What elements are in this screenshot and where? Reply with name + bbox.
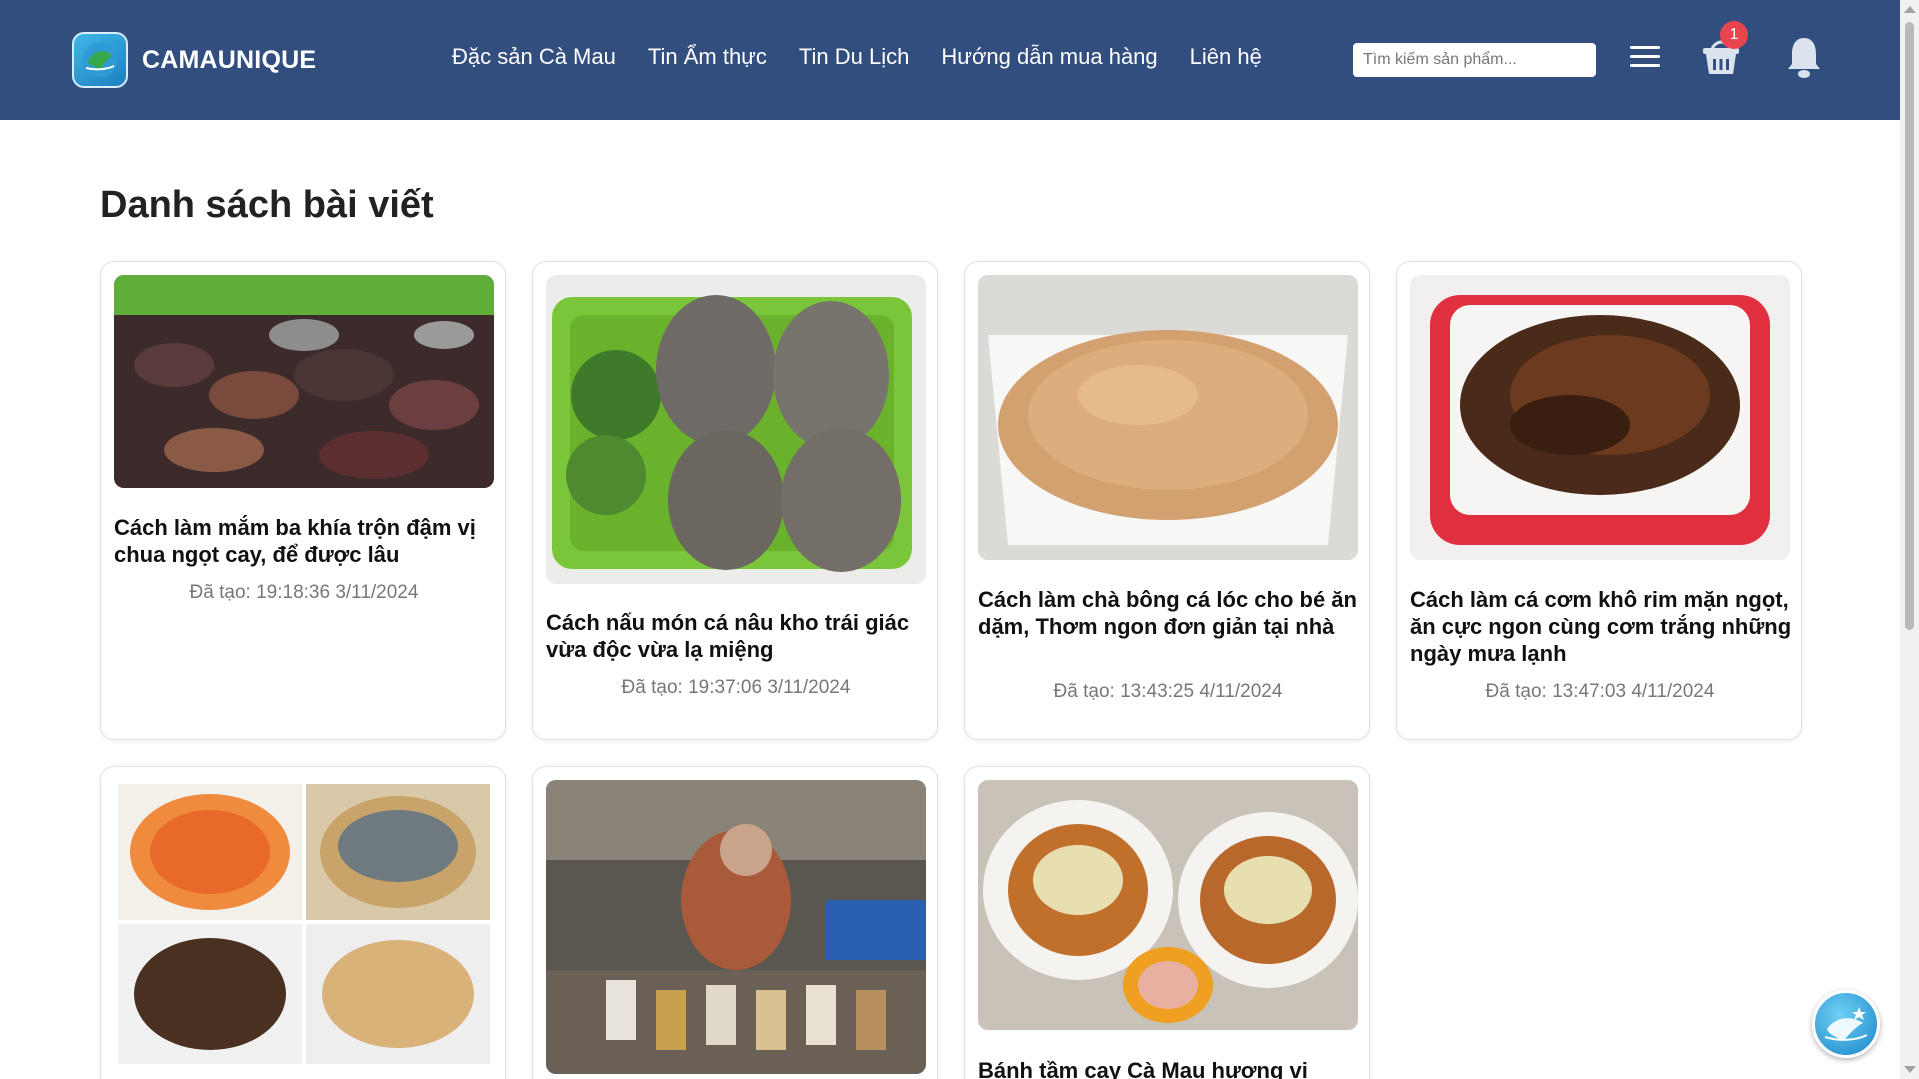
post-card[interactable] (100, 766, 506, 1079)
page-scrollbar[interactable] (1900, 0, 1919, 1079)
post-date: Đã tạo: 19:18:36 3/11/2024 (189, 582, 419, 603)
scroll-thumb[interactable] (1905, 22, 1914, 630)
chat-widget-icon[interactable] (1812, 990, 1880, 1058)
nav-lien-he[interactable]: Liên hệ (1190, 44, 1262, 70)
main-nav: Đặc sản Cà Mau Tin Ẩm thực Tin Du Lịch H… (452, 44, 1262, 70)
bell-icon[interactable] (1784, 34, 1824, 80)
post-title[interactable]: Cách làm cá cơm khô rim mặn ngọt, ăn cực… (1410, 586, 1796, 667)
post-image (978, 780, 1358, 1030)
brand[interactable]: CAMAUNIQUE (72, 32, 316, 88)
post-title[interactable]: Bánh tầm cay Cà Mau hương vị (978, 1057, 1364, 1079)
post-card[interactable]: Cách làm chà bông cá lóc cho bé ăn dặm, … (964, 261, 1370, 740)
scroll-down-arrow-icon[interactable] (1904, 1066, 1916, 1073)
nav-dac-san[interactable]: Đặc sản Cà Mau (452, 44, 616, 70)
post-card[interactable]: Cách làm mắm ba khía trộn đậm vị chua ng… (100, 261, 506, 740)
post-image (114, 780, 494, 1072)
post-date: Đã tạo: 13:43:25 4/11/2024 (1053, 681, 1283, 702)
menu-icon[interactable] (1630, 46, 1660, 68)
cart-count-badge: 1 (1720, 21, 1748, 49)
nav-tin-am-thuc[interactable]: Tin Ẩm thực (648, 44, 767, 70)
post-image (114, 275, 494, 488)
post-card[interactable]: Bánh tầm cay Cà Mau hương vị (964, 766, 1370, 1079)
nav-tin-du-lich[interactable]: Tin Du Lịch (799, 44, 909, 70)
post-image (546, 275, 926, 584)
post-title[interactable]: Cách làm mắm ba khía trộn đậm vị chua ng… (114, 514, 500, 568)
post-date: Đã tạo: 13:47:03 4/11/2024 (1485, 681, 1715, 702)
page-title: Danh sách bài viết (100, 184, 434, 226)
brand-name: CAMAUNIQUE (142, 45, 317, 74)
post-date: Đã tạo: 19:37:06 3/11/2024 (621, 677, 851, 698)
post-card[interactable]: Cách làm cá cơm khô rim mặn ngọt, ăn cực… (1396, 261, 1802, 740)
post-title[interactable]: Cách làm chà bông cá lóc cho bé ăn dặm, … (978, 586, 1364, 640)
scroll-up-arrow-icon[interactable] (1904, 6, 1916, 13)
post-card[interactable]: Cách nấu món cá nâu kho trái giác vừa độ… (532, 261, 938, 740)
top-navbar: CAMAUNIQUE Đặc sản Cà Mau Tin Ẩm thực Ti… (0, 0, 1900, 120)
nav-huong-dan-mua-hang[interactable]: Hướng dẫn mua hàng (941, 44, 1157, 70)
post-image (546, 780, 926, 1074)
post-image (978, 275, 1358, 560)
search-input[interactable] (1353, 43, 1596, 77)
post-card[interactable] (532, 766, 938, 1079)
post-title[interactable]: Cách nấu món cá nâu kho trái giác vừa độ… (546, 609, 932, 663)
camau-logo-icon (72, 32, 128, 88)
post-image (1410, 275, 1790, 560)
